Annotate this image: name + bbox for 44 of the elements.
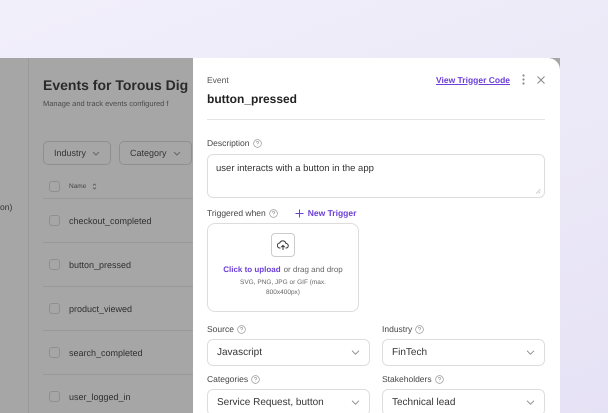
chevron-down-icon	[351, 400, 360, 405]
resize-handle-icon[interactable]	[535, 188, 541, 194]
select-field[interactable]: FinTech	[382, 339, 545, 366]
description-field[interactable]: user interacts with a button in the app	[207, 154, 545, 198]
panel-label: Event	[207, 75, 230, 85]
table-cell: search_completed	[69, 348, 143, 358]
select-field[interactable]: Technical lead	[382, 389, 545, 413]
chevron-down-icon	[526, 400, 535, 405]
field-label: Industry	[382, 324, 412, 334]
field-label: Description	[207, 138, 250, 148]
select-field[interactable]: Service Request, button	[207, 389, 370, 413]
close-icon[interactable]	[537, 76, 545, 84]
help-icon[interactable]	[415, 324, 424, 334]
sort-icon[interactable]	[92, 182, 98, 190]
new-trigger-button[interactable]: New Trigger	[294, 208, 356, 218]
select-field[interactable]: Javascript	[207, 339, 370, 366]
view-trigger-code-link[interactable]: View Trigger Code	[436, 74, 510, 84]
chevron-down-icon	[172, 150, 181, 156]
chevron-down-icon	[92, 150, 100, 156]
table-cell: product_viewed	[69, 304, 132, 314]
more-icon[interactable]	[522, 74, 525, 85]
chevron-down-icon	[526, 350, 535, 355]
table-cell: checkout_completed	[69, 216, 152, 226]
plus-icon	[294, 208, 304, 218]
click-to-upload-link[interactable]: Click to upload	[223, 265, 281, 274]
table-cell: button_pressed	[69, 260, 132, 270]
sidebar-text: on)	[0, 202, 12, 212]
chevron-down-icon	[351, 350, 360, 355]
upload-text: or drag and drop	[284, 265, 343, 274]
field-label: Triggered when	[207, 208, 266, 218]
help-icon[interactable]	[268, 208, 278, 218]
field-label: Categories	[207, 374, 248, 384]
field-label: Source	[207, 324, 234, 334]
table-cell: user_logged_in	[69, 392, 131, 402]
panel-title: button_pressed	[207, 92, 298, 106]
field-label: Stakeholders	[382, 374, 432, 384]
filter-dropdown[interactable]: Category	[119, 141, 192, 165]
help-icon[interactable]	[252, 138, 262, 148]
filter-dropdown[interactable]: Industry	[43, 141, 112, 165]
cloud-upload-icon	[271, 233, 295, 257]
help-icon[interactable]	[251, 374, 260, 384]
page-title: Events for Torous Dig	[43, 77, 188, 93]
help-icon[interactable]	[434, 374, 444, 384]
help-icon[interactable]	[236, 324, 246, 334]
